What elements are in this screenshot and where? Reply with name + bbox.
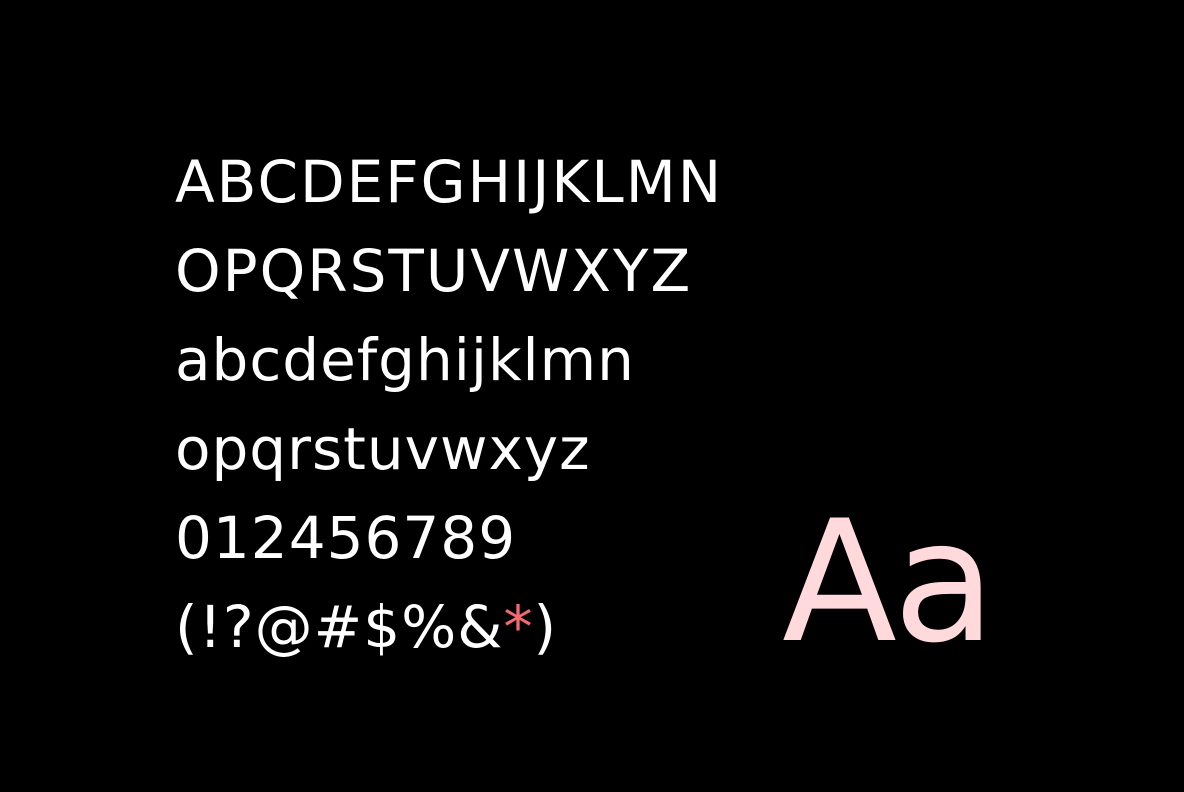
asterisk-glyph: * (503, 593, 534, 661)
lowercase-line-1: abcdefghijklmn (175, 326, 635, 394)
symbols-close: ) (533, 593, 558, 661)
symbols-line: (!?@#$%&*) (175, 583, 723, 672)
type-specimen: ABCDEFGHIJKLMN OPQRSTUVWXYZ abcdefghijkl… (0, 0, 1184, 792)
symbols-text: (!?@#$%& (175, 593, 504, 661)
digits-line: 012456789 (175, 504, 517, 572)
uppercase-line-2: OPQRSTUVWXYZ (175, 237, 693, 305)
lowercase-line-2: opqrstuvwxyz (175, 415, 591, 483)
sample-glyphs: Aa (782, 484, 996, 680)
uppercase-line-1: ABCDEFGHIJKLMN (175, 148, 724, 216)
character-set: ABCDEFGHIJKLMN OPQRSTUVWXYZ abcdefghijkl… (175, 138, 723, 672)
